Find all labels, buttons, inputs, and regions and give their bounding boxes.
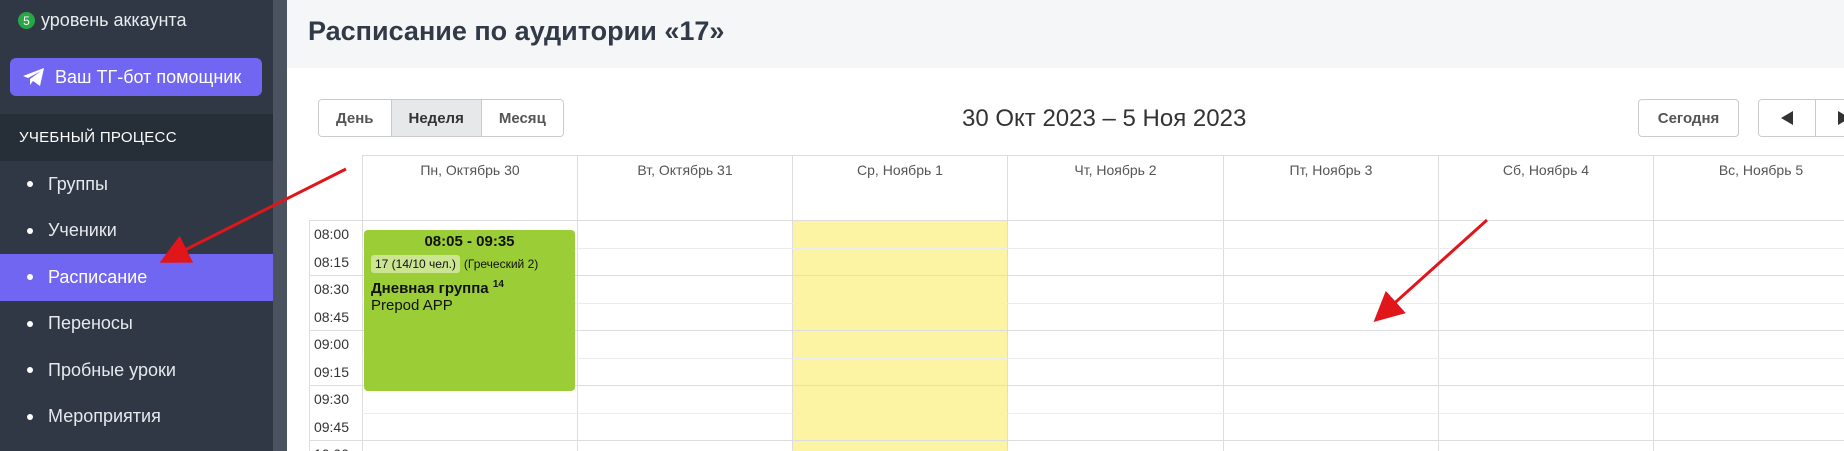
view-switcher: День Неделя Месяц: [318, 99, 564, 137]
time-label: 08:15: [313, 253, 349, 270]
bullet-icon: [27, 367, 33, 374]
view-day-button[interactable]: День: [319, 100, 392, 136]
week-calendar: Пн, Октябрь 30 Вт, Октябрь 31 Ср, Ноябрь 1…: [287, 155, 1844, 451]
sidebar-item-label: Группы: [48, 173, 108, 194]
time-label: 08:00: [313, 226, 349, 242]
sidebar-item-label: Переносы: [48, 313, 133, 334]
grid-line: [362, 412, 1844, 414]
event-subject: (Греческий 2): [463, 257, 539, 271]
date-range-title: 30 Окт 2023 – 5 Ноя 2023: [962, 105, 1247, 132]
event-group-name: Дневная группа: [371, 280, 489, 297]
time-label: 10:00: [287, 446, 349, 451]
section-header-learning: УЧЕБНЫЙ ПРОЦЕСС: [0, 114, 273, 161]
next-period-button[interactable]: [1816, 100, 1844, 136]
grid-line: [362, 357, 1844, 359]
sidebar-item-label: Ученики: [48, 220, 117, 241]
sidebar-item-label: Пробные уроки: [48, 359, 176, 380]
account-level-badge: 5: [18, 12, 35, 29]
sidebar-nav: Группы Ученики Расписание Переносы Пробн…: [0, 161, 273, 440]
grid-line: [309, 220, 1844, 221]
time-label: 09:00: [313, 336, 349, 352]
time-label: 08:30: [313, 281, 349, 297]
grid-line: [362, 155, 1844, 156]
prev-period-button[interactable]: [1759, 100, 1816, 136]
bullet-icon: [27, 227, 33, 234]
account-level-text: уровень аккаунта: [41, 10, 187, 30]
bullet-icon: [27, 413, 33, 420]
main-content: Расписание по аудитории «17» День Неделя…: [287, 0, 1844, 451]
event-group: Дневная группа 14: [371, 279, 568, 297]
event-teacher: Prepod APP: [371, 297, 453, 314]
sidebar-item-label: Расписание: [48, 266, 148, 287]
day-header: Ср, Ноябрь 1: [792, 155, 1007, 220]
time-label: 09:30: [313, 391, 349, 407]
sidebar-item-label: Мероприятия: [48, 406, 161, 427]
grid-line: [309, 440, 1844, 441]
account-level: 5 уровень аккаунта: [18, 10, 186, 31]
sidebar-item-events[interactable]: Мероприятия: [0, 394, 273, 441]
time-label: 09:15: [313, 363, 349, 380]
triangle-left-icon: [1781, 111, 1793, 125]
sidebar-item-groups[interactable]: Группы: [0, 161, 273, 208]
calendar-event[interactable]: 08:05 - 09:35 17 (14/10 чел.) (Греческий…: [364, 230, 575, 391]
day-header: Вт, Октябрь 31: [577, 155, 792, 220]
event-group-count: 14: [492, 279, 504, 290]
bullet-icon: [27, 320, 33, 327]
event-room-badge: 17 (14/10 чел.): [371, 255, 460, 273]
telegram-icon: [23, 68, 44, 86]
day-header: Пн, Октябрь 30: [362, 155, 577, 220]
today-button[interactable]: Сегодня: [1638, 99, 1739, 137]
event-time: 08:05 - 09:35: [424, 233, 515, 250]
time-label: 08:45: [313, 308, 349, 325]
sidebar-item-trial-lessons[interactable]: Пробные уроки: [0, 347, 273, 394]
today-column-highlight: [792, 220, 1007, 451]
triangle-right-icon: [1838, 111, 1844, 125]
period-navigation: [1758, 99, 1844, 137]
sidebar-item-schedule[interactable]: Расписание: [0, 254, 273, 301]
sidebar-scroll-edge: [273, 0, 287, 451]
sidebar-item-students[interactable]: Ученики: [0, 208, 273, 255]
page-header: Расписание по аудитории «17»: [287, 0, 1844, 68]
bullet-icon: [27, 274, 33, 281]
day-header: Чт, Ноябрь 2: [1007, 155, 1223, 220]
tg-bot-button[interactable]: Ваш ТГ-бот помощник: [10, 58, 262, 96]
grid-line: [362, 247, 1844, 249]
day-header: Пт, Ноябрь 3: [1223, 155, 1438, 220]
sidebar-item-transfers[interactable]: Переносы: [0, 301, 273, 348]
tg-bot-button-label: Ваш ТГ-бот помощник: [55, 66, 242, 87]
sidebar: 5 уровень аккаунта Ваш ТГ-бот помощник У…: [0, 0, 273, 451]
day-header: Сб, Ноябрь 4: [1438, 155, 1653, 220]
time-label: 09:45: [313, 418, 349, 435]
grid-line: [362, 302, 1844, 304]
event-room-row: 17 (14/10 чел.) (Греческий 2): [371, 255, 568, 273]
page-title: Расписание по аудитории «17»: [308, 16, 725, 46]
view-week-button[interactable]: Неделя: [391, 100, 482, 136]
bullet-icon: [27, 181, 33, 188]
view-month-button[interactable]: Месяц: [481, 100, 563, 136]
day-header: Вс, Ноябрь 5: [1653, 155, 1844, 220]
